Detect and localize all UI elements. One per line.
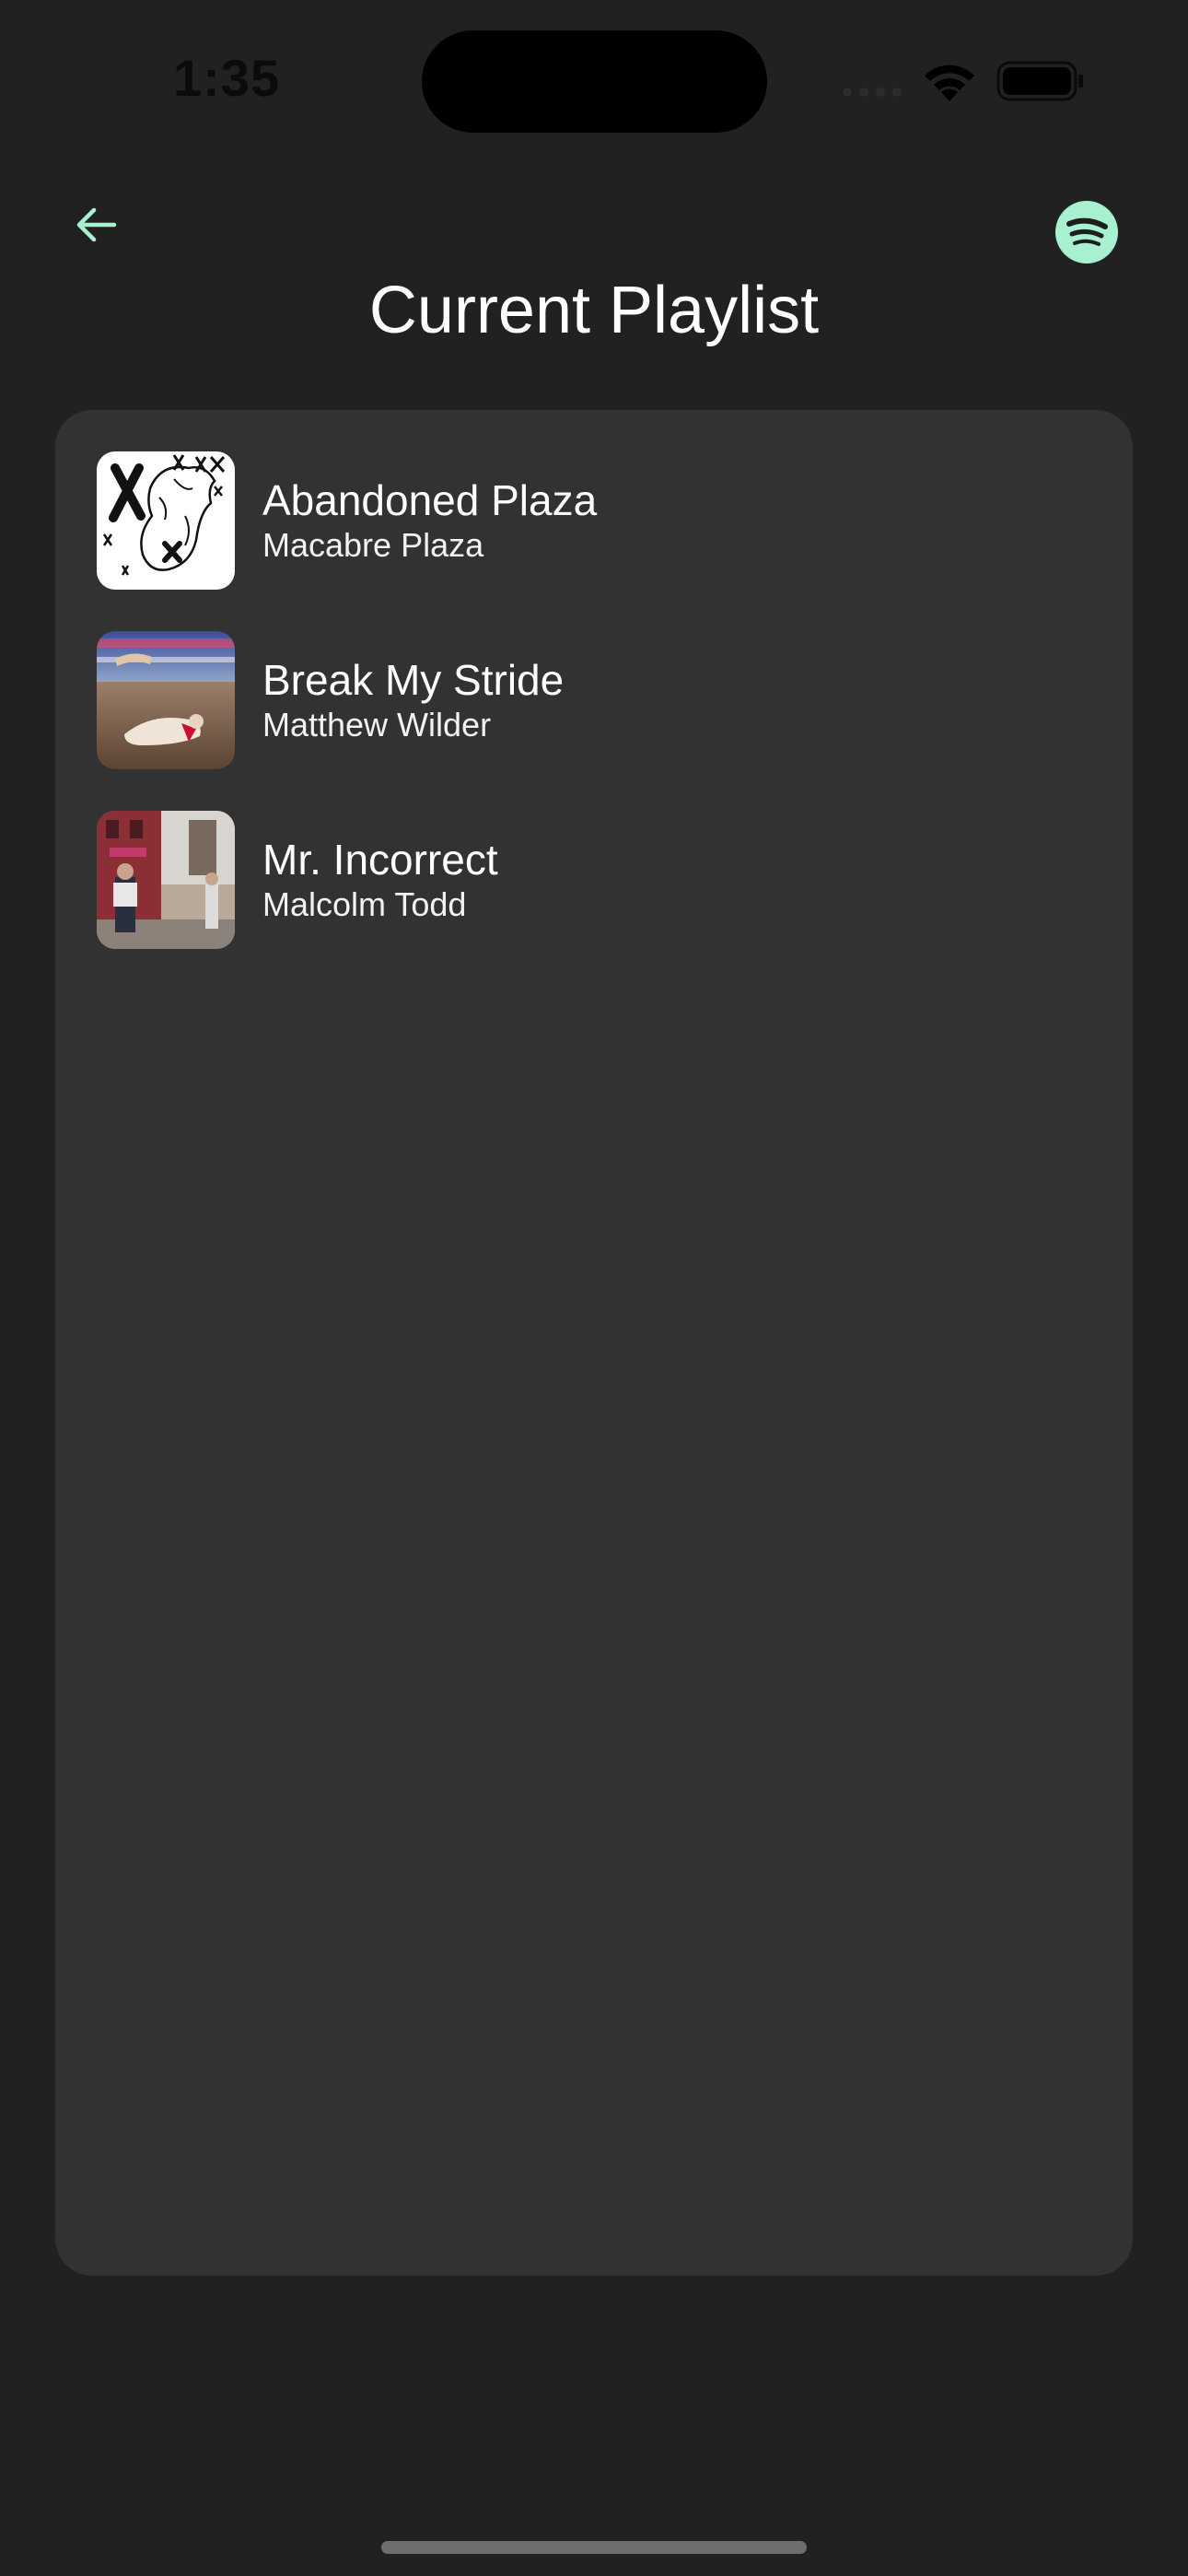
track-text: Abandoned Plaza Macabre Plaza [262, 451, 597, 566]
track-list: Abandoned Plaza Macabre Plaza Break My S… [97, 451, 1091, 990]
status-time: 1:35 [173, 49, 281, 107]
battery-icon [996, 61, 1083, 101]
track-artist: Malcolm Todd [262, 885, 467, 923]
spotify-icon [1055, 201, 1118, 263]
back-button[interactable] [66, 195, 125, 254]
dynamic-island [422, 30, 767, 133]
spotify-button[interactable] [1055, 201, 1118, 263]
track-title: Mr. Incorrect [262, 836, 498, 884]
track-artist: Matthew Wilder [262, 706, 492, 744]
track-row[interactable]: Break My Stride Matthew Wilder [97, 631, 1091, 811]
track-row[interactable]: Abandoned Plaza Macabre Plaza [97, 451, 1091, 631]
album-art-horse-image [97, 451, 235, 590]
track-artist: Macabre Plaza [262, 526, 484, 564]
track-title: Abandoned Plaza [262, 476, 598, 524]
status-bar: 1:35 [0, 0, 1188, 166]
album-art [97, 811, 235, 949]
track-row[interactable]: Mr. Incorrect Malcolm Todd [97, 811, 1091, 990]
home-indicator [381, 2541, 807, 2554]
arrow-left-icon [76, 207, 117, 242]
track-title: Break My Stride [262, 656, 565, 704]
cellular-signal-icon [843, 88, 902, 97]
page-title: Current Playlist [368, 274, 820, 347]
album-art [97, 451, 235, 590]
playlist-card: Abandoned Plaza Macabre Plaza Break My S… [55, 410, 1133, 2276]
album-art [97, 631, 235, 769]
track-text: Break My Stride Matthew Wilder [262, 631, 564, 745]
album-art-beach-image [97, 631, 235, 769]
track-text: Mr. Incorrect Malcolm Todd [262, 811, 498, 925]
album-art-street-image [97, 811, 235, 949]
wifi-icon [925, 64, 974, 101]
